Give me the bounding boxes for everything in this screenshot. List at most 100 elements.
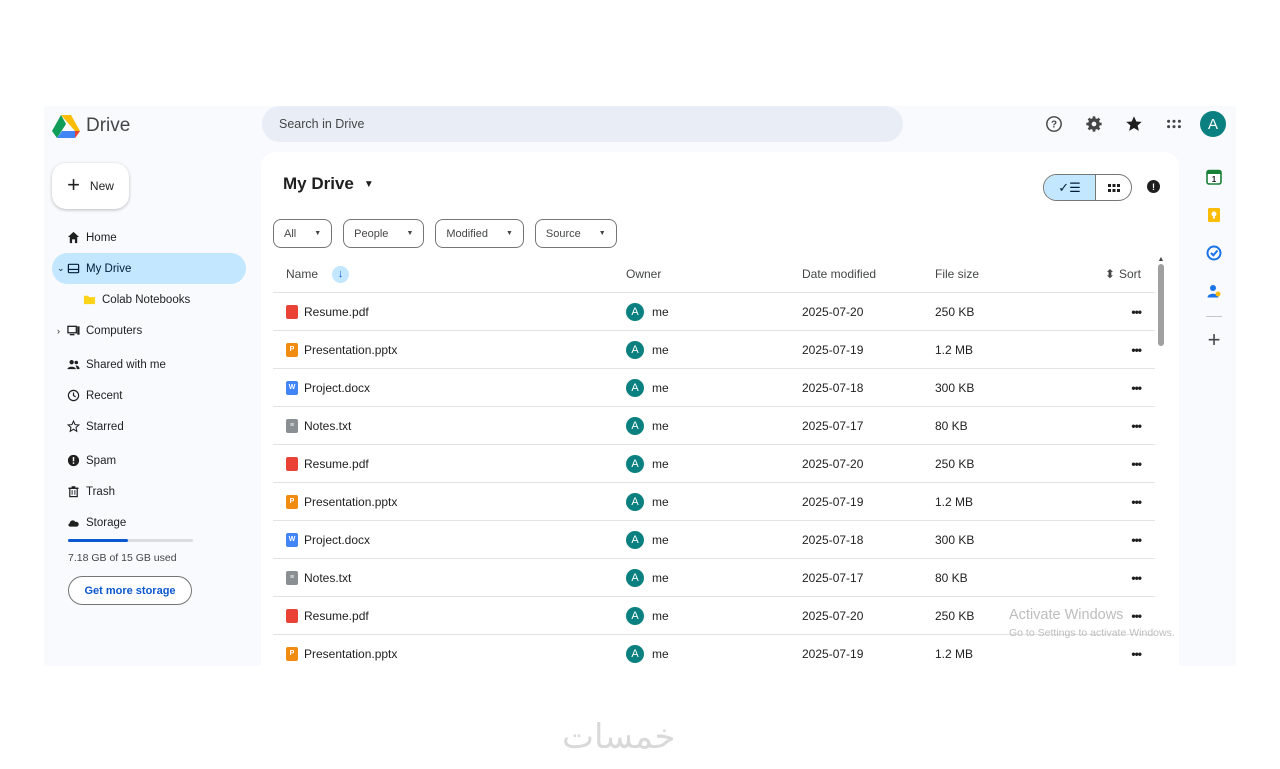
- table-row[interactable]: P Presentation.pptx Ame 2025-07-19 1.2 MB •••: [273, 331, 1155, 369]
- table-row[interactable]: ≡ Notes.txt Ame 2025-07-17 80 KB •••: [273, 407, 1155, 445]
- table-row[interactable]: P Presentation.pptx Ame 2025-07-19 1.2 MB •••: [273, 483, 1155, 521]
- sidebar-item-starred[interactable]: Starred: [52, 411, 246, 442]
- table-row[interactable]: Resume.pdf Ame 2025-07-20 250 KB •••: [273, 445, 1155, 483]
- sidebar-item-storage[interactable]: Storage: [52, 507, 246, 538]
- column-header-name[interactable]: Name ↓: [273, 265, 626, 283]
- calendar-icon[interactable]: 1: [1205, 168, 1223, 186]
- filter-chip-label: All: [284, 227, 297, 240]
- apps-grid-icon[interactable]: [1154, 110, 1194, 138]
- file-name: Presentation.pptx: [304, 494, 398, 509]
- owner-name: me: [652, 456, 669, 471]
- page-title[interactable]: My Drive ▼: [283, 174, 374, 194]
- star-icon[interactable]: [1114, 110, 1154, 138]
- docx-file-icon: W: [286, 380, 298, 395]
- scroll-thumb[interactable]: [1158, 264, 1164, 346]
- file-name-cell: P Presentation.pptx: [273, 646, 626, 661]
- chevron-right-icon[interactable]: ›: [57, 326, 60, 336]
- drive-logo[interactable]: Drive: [52, 114, 130, 138]
- table-row[interactable]: W Project.docx Ame 2025-07-18 300 KB •••: [273, 521, 1155, 559]
- file-name-cell: P Presentation.pptx: [273, 342, 626, 357]
- sidebar-item-home[interactable]: Home: [52, 222, 246, 253]
- sidebar-item-my-drive[interactable]: ⌄ My Drive: [52, 253, 246, 284]
- table-row[interactable]: P Presentation.pptx Ame 2025-07-19 1.2 MB •••: [273, 635, 1155, 666]
- more-actions-button[interactable]: •••: [1081, 342, 1142, 357]
- add-addon-plus-icon[interactable]: +: [1208, 329, 1221, 351]
- column-header-label: Name: [286, 267, 319, 281]
- filter-chip-type[interactable]: All ▼: [273, 219, 333, 248]
- new-button-label: New: [89, 179, 114, 193]
- filter-chip-source[interactable]: Source ▼: [534, 219, 617, 248]
- more-actions-button[interactable]: •••: [1081, 647, 1142, 661]
- dropdown-icon: ▼: [598, 230, 606, 237]
- sidebar-item-spam[interactable]: Spam: [52, 445, 246, 476]
- owner-cell: Ame: [626, 416, 802, 435]
- home-icon: [66, 231, 80, 245]
- more-actions-button[interactable]: •••: [1081, 304, 1142, 319]
- table-row[interactable]: W Project.docx Ame 2025-07-18 300 KB •••: [273, 369, 1155, 407]
- khamsat-watermark: خمسات: [562, 717, 676, 757]
- column-header-date-modified[interactable]: Date modified: [802, 267, 935, 281]
- file-name: Resume.pdf: [304, 456, 369, 471]
- table-row[interactable]: ≡ Notes.txt Ame 2025-07-17 80 KB •••: [273, 559, 1155, 597]
- search-placeholder: Search in Drive: [279, 117, 365, 131]
- sidebar-item-colab-notebooks[interactable]: Colab Notebooks: [52, 284, 246, 315]
- filter-chip-people[interactable]: People ▼: [343, 219, 425, 248]
- filter-chip-modified[interactable]: Modified ▼: [435, 219, 524, 248]
- folder-icon: [82, 293, 96, 307]
- tasks-icon[interactable]: [1205, 244, 1223, 262]
- table-scrollbar[interactable]: ▲: [1157, 256, 1165, 666]
- date-modified-cell: 2025-07-17: [802, 570, 864, 585]
- new-button[interactable]: + New: [52, 163, 129, 209]
- more-dots-icon: •••: [1131, 342, 1142, 357]
- sidebar-item-shared-with-me[interactable]: Shared with me: [52, 349, 246, 380]
- get-more-storage-button[interactable]: Get more storage: [68, 576, 192, 605]
- chevron-down-icon[interactable]: ⌄: [57, 263, 65, 274]
- more-dots-icon: •••: [1131, 304, 1142, 319]
- list-view-button[interactable]: ✓☰: [1044, 175, 1096, 200]
- more-actions-button[interactable]: •••: [1081, 457, 1142, 471]
- scroll-up-arrow-icon[interactable]: ▲: [1157, 256, 1165, 263]
- owner-name: me: [652, 532, 669, 547]
- owner-name: me: [652, 646, 669, 661]
- owner-avatar: A: [626, 416, 644, 435]
- activate-windows-title: Activate Windows: [1009, 607, 1124, 623]
- owner-name: me: [652, 608, 669, 623]
- keep-icon[interactable]: [1205, 206, 1223, 224]
- people-icon: [66, 358, 80, 372]
- file-name: Presentation.pptx: [304, 342, 398, 357]
- help-icon[interactable]: ?: [1034, 110, 1074, 138]
- sort-button[interactable]: ⬍ Sort: [1081, 267, 1141, 281]
- owner-avatar: A: [626, 340, 644, 359]
- more-dots-icon: •••: [1131, 532, 1142, 547]
- account-avatar[interactable]: A: [1200, 111, 1226, 137]
- file-size-cell: 300 KB: [935, 532, 975, 547]
- sidebar-item-recent[interactable]: Recent: [52, 380, 246, 411]
- pdf-file-icon: [286, 608, 298, 623]
- storage-progress-fill: [68, 539, 128, 542]
- grid-view-button[interactable]: [1096, 175, 1131, 200]
- trash-icon: [66, 485, 80, 499]
- owner-name: me: [652, 380, 669, 395]
- sidebar-item-computers[interactable]: › Computers: [52, 315, 246, 346]
- info-icon[interactable]: !: [1147, 180, 1160, 193]
- contacts-icon[interactable]: [1205, 282, 1223, 300]
- settings-gear-icon[interactable]: [1074, 110, 1114, 138]
- owner-avatar: A: [626, 644, 644, 663]
- sort-arrow-down-icon[interactable]: ↓: [332, 265, 350, 283]
- file-name: Resume.pdf: [304, 304, 369, 319]
- svg-text:?: ?: [1051, 120, 1057, 131]
- more-actions-button[interactable]: •••: [1081, 532, 1142, 547]
- sidebar-item-trash[interactable]: Trash: [52, 476, 246, 507]
- plus-icon: +: [67, 172, 80, 197]
- more-dots-icon: •••: [1131, 570, 1142, 585]
- more-actions-button[interactable]: •••: [1081, 495, 1142, 509]
- date-modified-cell: 2025-07-18: [802, 532, 864, 547]
- more-actions-button[interactable]: •••: [1081, 419, 1142, 433]
- pptx-file-icon: P: [286, 494, 298, 509]
- search-input[interactable]: Search in Drive: [262, 106, 903, 142]
- page-title-text: My Drive: [283, 174, 354, 193]
- more-actions-button[interactable]: •••: [1081, 381, 1142, 395]
- file-name-cell: ≡ Notes.txt: [273, 418, 626, 433]
- table-row[interactable]: Resume.pdf Ame 2025-07-20 250 KB •••: [273, 293, 1155, 331]
- more-actions-button[interactable]: •••: [1081, 570, 1142, 585]
